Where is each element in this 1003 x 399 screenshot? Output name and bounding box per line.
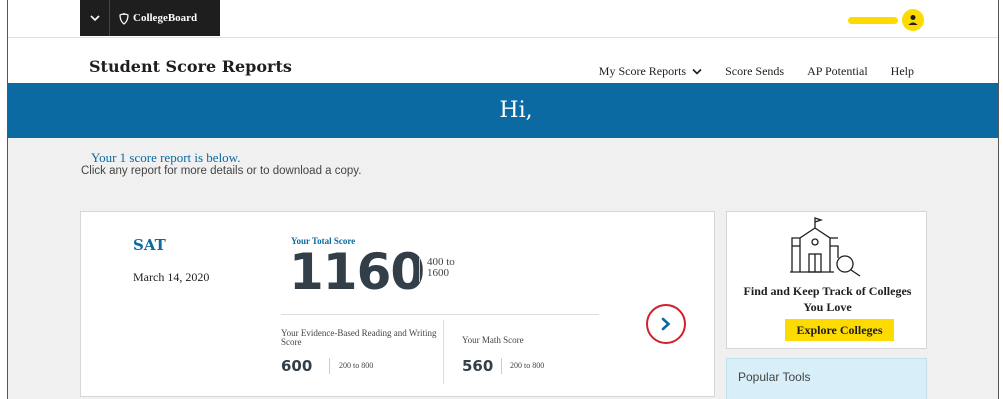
nav-label: Help <box>890 64 914 78</box>
ebrw-score-label: Your Evidence-Based Reading and Writing … <box>281 328 437 347</box>
collegeboard-header-block: CollegeBoard <box>80 0 220 36</box>
nav-ap-potential[interactable]: AP Potential <box>807 64 868 79</box>
ebrw-score-range: 200 to 800 <box>339 361 374 370</box>
popular-tools-title: Popular Tools <box>738 370 811 384</box>
greeting-text: Hi, <box>499 98 533 123</box>
test-name: SAT <box>133 236 166 254</box>
main-nav: My Score Reports Score Sends AP Potentia… <box>599 64 914 79</box>
chevron-right-icon <box>661 317 671 331</box>
acorn-logo-icon <box>119 12 129 25</box>
divider <box>501 358 502 374</box>
browser-frame: CollegeBoard Student Score Reports My Sc… <box>7 0 999 399</box>
ebrw-score: 600 <box>281 357 313 375</box>
chevron-down-icon <box>692 68 702 75</box>
site-header: Student Score Reports My Score Reports S… <box>8 38 998 83</box>
divider <box>419 258 420 282</box>
view-report-details-button[interactable] <box>646 304 686 344</box>
explore-colleges-button[interactable]: Explore Colleges <box>785 319 894 341</box>
nav-label: Score Sends <box>725 64 785 78</box>
report-instructions: Click any report for more details or to … <box>81 165 362 177</box>
college-search-icon <box>790 217 861 277</box>
user-name-redacted <box>848 16 898 24</box>
nav-my-score-reports[interactable]: My Score Reports <box>599 64 702 79</box>
popular-tools-card: Popular Tools <box>726 358 927 399</box>
user-icon <box>908 15 918 25</box>
nav-score-sends[interactable]: Score Sends <box>725 64 784 79</box>
divider <box>329 358 330 374</box>
avatar[interactable] <box>902 9 924 31</box>
page-title[interactable]: Student Score Reports <box>89 57 292 76</box>
global-menu-button[interactable] <box>80 0 110 36</box>
nav-help[interactable]: Help <box>891 64 914 79</box>
divider <box>281 314 599 315</box>
nav-label: AP Potential <box>807 64 868 78</box>
total-score: 1160 <box>289 243 425 301</box>
math-score-label: Your Math Score <box>462 335 524 345</box>
chevron-down-icon <box>89 15 100 22</box>
greeting-banner: Hi, <box>8 83 998 138</box>
nav-label: My Score Reports <box>598 64 687 78</box>
explore-colleges-title: Find and Keep Track of Colleges You Love <box>743 284 912 314</box>
explore-colleges-card: Find and Keep Track of Colleges You Love… <box>726 211 927 349</box>
score-report-card[interactable]: SAT March 14, 2020 Your Total Score 1160… <box>80 211 715 397</box>
global-top-bar: CollegeBoard <box>8 0 998 38</box>
divider <box>443 320 444 384</box>
math-score: 560 <box>462 357 494 375</box>
math-score-range: 200 to 800 <box>510 361 545 370</box>
test-date: March 14, 2020 <box>133 270 210 284</box>
brand-name: CollegeBoard <box>133 12 198 24</box>
total-score-range: 400 to 1600 <box>427 256 455 279</box>
collegeboard-logo[interactable]: CollegeBoard <box>110 12 197 25</box>
report-count-text: Your 1 score report is below. <box>91 150 241 165</box>
user-account-area[interactable] <box>848 9 924 31</box>
details-button-inner <box>652 310 680 338</box>
